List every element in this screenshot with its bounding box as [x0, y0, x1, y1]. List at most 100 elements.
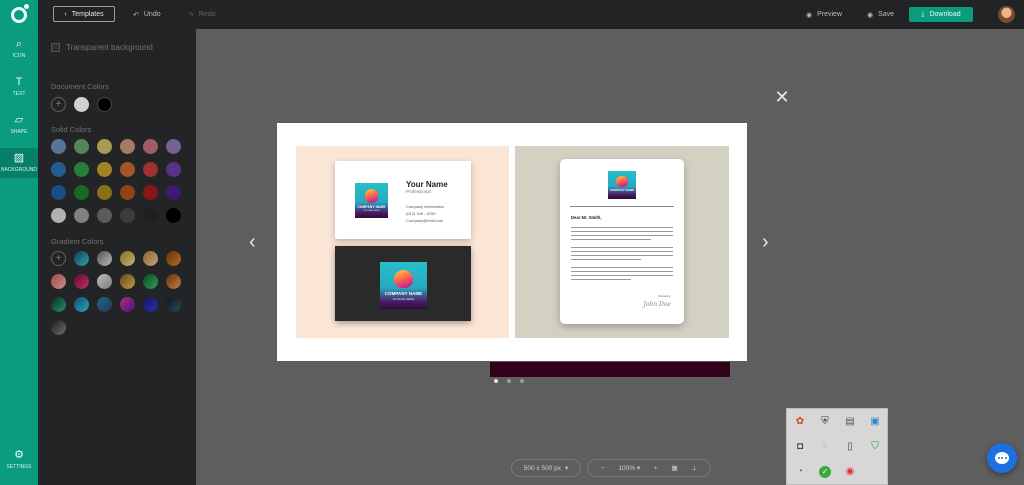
rail-item-settings[interactable]: ⚙ SETTINGS [0, 449, 38, 471]
template-preview-modal: COMPANY NAME SLOGAN HERE Your Name Profe… [277, 123, 747, 361]
rail-item-background[interactable]: ▨ BACKGROUND [0, 148, 38, 178]
zoom-out-button[interactable]: − [601, 465, 605, 472]
chat-support-button[interactable] [987, 443, 1017, 473]
record-tray-icon[interactable]: ◘ [794, 441, 806, 453]
redo-label: Redo [198, 11, 216, 18]
eye-icon: ◉ [806, 11, 813, 19]
card-phone: (012) 345 - 6789 [406, 211, 436, 216]
check-tray-icon[interactable]: ✓ [819, 466, 831, 478]
zoom-dropdown[interactable]: 100% ▾ [618, 464, 640, 472]
letter-text-line [571, 231, 673, 233]
logo-mark [364, 189, 379, 203]
chrome-tray-icon[interactable]: ◉ [844, 466, 856, 478]
monitor-tray-icon[interactable]: ▤ [844, 416, 856, 428]
next-slide-button[interactable]: › [762, 232, 769, 252]
save-button[interactable]: ◉ Save [867, 7, 894, 22]
gear-icon: ⚙ [14, 449, 24, 461]
color-panel: Transparent background Document Colors +… [38, 29, 196, 485]
chat-icon [995, 452, 1009, 464]
shield-tray-icon[interactable]: ⛨ [819, 416, 831, 428]
shape-icon: ▱ [14, 114, 24, 126]
company-logo: COMPANY NAME SLOGAN HERE [355, 183, 388, 218]
card-email: Company@mail.com [406, 218, 444, 223]
chevron-left-icon: ‹ [249, 231, 256, 253]
close-preview-button[interactable]: ✕ [774, 87, 790, 107]
card-name: Your Name [406, 180, 448, 189]
slide-dot[interactable] [494, 379, 498, 383]
logo-mark [394, 270, 413, 289]
rail-item-label: SETTINGS [6, 464, 32, 470]
app-logo[interactable] [0, 0, 38, 29]
close-icon: ✕ [774, 87, 790, 107]
rail-item-icon[interactable]: ⌕ ICON [0, 38, 38, 64]
save-eye-icon: ◉ [867, 11, 874, 19]
system-tray-popup: ✿ ⛨ ▤ ▣ ◘ ✧ ▯ ⛉ ◔ ✓ ◉ [786, 408, 888, 485]
rail-item-text[interactable]: T TEXT [0, 76, 38, 102]
canvas-size-value: 500 x 500 px [523, 464, 561, 472]
grid-icon[interactable]: ▦ [671, 464, 677, 472]
letter-text-line [571, 247, 673, 249]
letter-text-line [571, 227, 673, 229]
card-company-info: Company information [406, 204, 445, 209]
redo-icon: ↷ [188, 11, 194, 19]
search-icon: ⌕ [15, 38, 23, 50]
letter-signature: John Doe [643, 301, 671, 308]
align-icon[interactable]: ⊥ [691, 464, 697, 472]
letter-text-line [571, 279, 631, 281]
letter-greeting: Dear Mr. Smith, [571, 215, 602, 220]
preview-label: Preview [817, 11, 843, 18]
top-bar: ‹ Templates ↶ Undo ↷ Redo ◉ Preview ◉ Sa… [0, 0, 1024, 29]
letter-text-line [571, 255, 673, 257]
download-label: Download [929, 11, 961, 18]
templates-label: Templates [71, 10, 104, 18]
letter-closing: Sincerely, [658, 294, 671, 298]
background-icon: ▨ [13, 152, 25, 164]
zoom-value: 100% [618, 465, 636, 472]
avatar[interactable] [998, 6, 1015, 23]
network-tray-icon[interactable]: ▣ [869, 416, 881, 428]
undo-label: Undo [143, 11, 161, 18]
bluetooth-tray-icon[interactable]: ✧ [819, 441, 831, 453]
business-card-back: COMPANY NAME SLOGAN HERE [335, 246, 471, 321]
letterhead-preview: COMPANY NAME Dear Mr. Smith, Sincerely, … [515, 146, 729, 338]
business-card-front: COMPANY NAME SLOGAN HERE Your Name Profe… [335, 161, 471, 239]
sync-tray-icon[interactable]: ◔ [794, 466, 806, 478]
left-rail: ⌕ ICON T TEXT ▱ SHAPE ▨ BACKGROUND ⚙ SET… [0, 29, 38, 485]
undo-icon: ↶ [133, 11, 139, 19]
chevron-down-icon: ▾ [636, 465, 641, 472]
usb-tray-icon[interactable]: ▯ [844, 441, 856, 453]
rail-item-label: BACKGROUND [1, 167, 37, 173]
app-tray-icon[interactable]: ✿ [794, 416, 806, 428]
logo-mark [616, 176, 628, 187]
zoom-in-button[interactable]: + [654, 465, 658, 472]
logo-company-name: COMPANY NAME [357, 205, 386, 210]
previous-slide-button[interactable]: ‹ [249, 232, 256, 252]
rail-item-shape[interactable]: ▱ SHAPE [0, 114, 38, 140]
letter-text-line [571, 275, 673, 277]
undo-button[interactable]: ↶ Undo [133, 7, 161, 22]
save-label: Save [878, 11, 895, 18]
slide-dot[interactable] [520, 379, 524, 383]
preview-button[interactable]: ◉ Preview [806, 7, 842, 22]
download-button[interactable]: ⤓ Download [909, 7, 973, 22]
templates-button[interactable]: ‹ Templates [53, 6, 115, 22]
rail-item-label: ICON [12, 53, 26, 59]
defender-tray-icon[interactable]: ⛉ [869, 441, 881, 453]
text-icon: T [15, 76, 23, 88]
letter-text-line [571, 259, 641, 261]
letterhead-page: COMPANY NAME Dear Mr. Smith, Sincerely, … [560, 159, 684, 324]
redo-button[interactable]: ↷ Redo [188, 7, 216, 22]
letter-text-line [571, 267, 673, 269]
zoom-controls: − 100% ▾ + ▦ ⊥ [587, 459, 711, 477]
design-canvas[interactable] [490, 362, 730, 377]
logo-icon [11, 3, 29, 23]
chevron-down-icon: ▾ [564, 465, 569, 472]
letter-text-line [571, 235, 673, 237]
letter-text-line [571, 271, 673, 273]
slide-dot[interactable] [507, 379, 511, 383]
logo-slogan: SLOGAN HERE [392, 297, 415, 302]
letter-logo: COMPANY NAME [608, 171, 636, 199]
canvas-size-dropdown[interactable]: 500 x 500 px ▾ [511, 459, 581, 477]
logo-company-name: COMPANY NAME [609, 188, 635, 193]
chevron-left-icon: ‹ [64, 10, 67, 18]
